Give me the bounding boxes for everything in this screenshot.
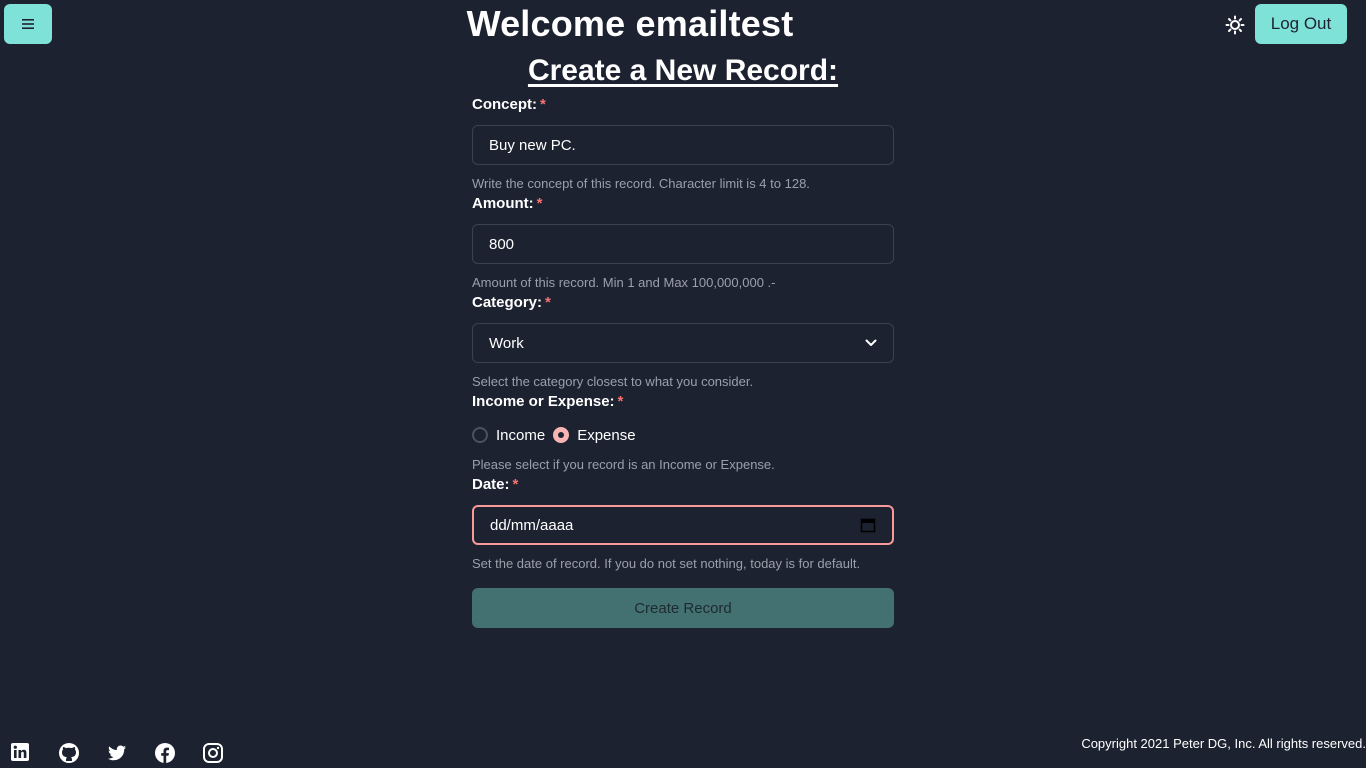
welcome-heading: Welcome emailtest — [466, 3, 794, 44]
income-radio[interactable] — [472, 427, 488, 443]
concept-label: Concept: * — [472, 96, 546, 113]
concept-help: Write the concept of this record. Charac… — [472, 176, 810, 191]
category-label: Category: * — [472, 294, 551, 311]
category-label-text: Category: — [472, 294, 543, 311]
category-select[interactable]: Work — [472, 323, 894, 363]
date-label: Date: * — [472, 476, 518, 493]
expense-radio-option[interactable]: Expense — [553, 426, 636, 444]
expense-radio-label: Expense — [577, 426, 636, 444]
amount-label-text: Amount: — [472, 195, 534, 212]
date-help: Set the date of record. If you do not se… — [472, 556, 861, 571]
date-input[interactable]: dd/mm/aaaa — [472, 505, 894, 545]
amount-label: Amount: * — [472, 195, 543, 212]
date-label-text: Date: — [472, 476, 510, 493]
copyright-text: Copyright 2021 Peter DG, Inc. All rights… — [1081, 736, 1366, 751]
calendar-icon[interactable] — [860, 517, 876, 533]
concept-input[interactable]: Buy new PC. — [472, 125, 894, 165]
type-help: Please select if you record is an Income… — [472, 457, 775, 472]
chevron-down-icon — [865, 339, 877, 346]
linkedin-icon[interactable] — [10, 742, 32, 764]
amount-input[interactable]: 800 — [472, 224, 894, 264]
income-radio-option[interactable]: Income — [472, 427, 545, 444]
form-title: Create a New Record: — [527, 54, 839, 87]
required-mark: * — [617, 393, 624, 410]
concept-value: Buy new PC. — [489, 136, 576, 154]
type-radio-group: Income Expense — [472, 424, 644, 446]
date-placeholder: dd/mm/aaaa — [490, 516, 574, 534]
social-links — [10, 742, 250, 764]
amount-value: 800 — [489, 235, 515, 253]
concept-label-text: Concept: — [472, 96, 537, 113]
type-label-text: Income or Expense: — [472, 393, 615, 410]
type-label: Income or Expense: * — [472, 393, 623, 410]
required-mark: * — [512, 476, 519, 493]
create-record-button[interactable]: Create Record — [472, 588, 894, 628]
sun-icon — [1225, 15, 1245, 35]
required-mark: * — [540, 96, 546, 113]
facebook-icon[interactable] — [154, 742, 176, 764]
required-mark: * — [545, 294, 551, 311]
theme-toggle-button[interactable] — [1222, 12, 1248, 38]
required-mark: * — [536, 195, 543, 212]
category-help: Select the category closest to what you … — [472, 374, 754, 389]
github-icon[interactable] — [58, 742, 80, 764]
category-value: Work — [489, 334, 524, 352]
logout-button[interactable]: Log Out — [1255, 4, 1347, 44]
expense-radio[interactable] — [553, 427, 570, 443]
amount-help: Amount of this record. Min 1 and Max 100… — [472, 275, 776, 290]
income-radio-label: Income — [496, 426, 546, 444]
instagram-icon[interactable] — [202, 742, 224, 764]
twitter-icon[interactable] — [106, 742, 128, 764]
